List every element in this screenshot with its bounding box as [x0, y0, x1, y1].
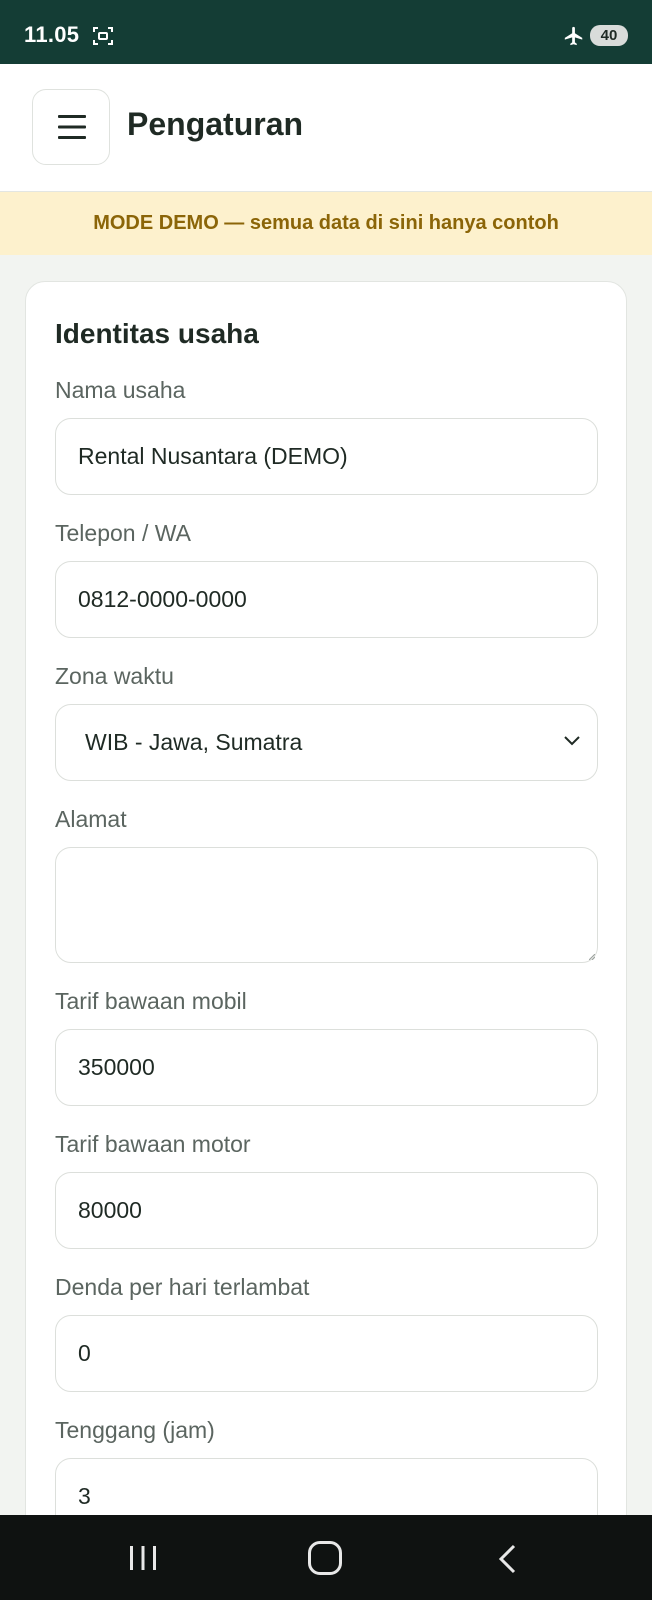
hamburger-icon [58, 115, 86, 139]
page-title: Pengaturan [127, 106, 304, 142]
late-fee-input[interactable]: 0 [55, 1315, 598, 1392]
timezone-select[interactable]: WIB - Jawa, Sumatra [55, 704, 598, 781]
home-icon[interactable] [308, 1541, 342, 1575]
late-fee-label: Denda per hari terlambat [55, 1274, 310, 1300]
app-header: Pengaturan [0, 64, 652, 192]
car-rate-label: Tarif bawaan mobil [55, 988, 247, 1014]
motor-rate-label: Tarif bawaan motor [55, 1131, 251, 1157]
screen-record-icon [93, 27, 113, 45]
address-label: Alamat [55, 806, 127, 832]
system-nav-bar [0, 1515, 652, 1600]
grace-period-label: Tenggang (jam) [55, 1417, 215, 1443]
business-identity-card: Identitas usaha Nama usaha Rental Nusant… [25, 281, 627, 1600]
recent-apps-icon[interactable] [128, 1543, 158, 1573]
phone-input[interactable]: 0812-0000-0000 [55, 561, 598, 638]
chevron-down-icon [564, 736, 580, 746]
status-time: 11.05 [24, 22, 80, 47]
timezone-selected-value: WIB - Jawa, Sumatra [85, 729, 303, 755]
business-name-label: Nama usaha [55, 377, 186, 403]
airplane-mode-icon [564, 26, 583, 46]
section-title: Identitas usaha [55, 318, 259, 349]
car-rate-input[interactable]: 350000 [55, 1029, 598, 1106]
demo-mode-banner: MODE DEMO — semua data di sini hanya con… [0, 192, 652, 255]
motor-rate-input[interactable]: 80000 [55, 1172, 598, 1249]
menu-button[interactable] [32, 89, 110, 165]
address-textarea[interactable] [55, 847, 598, 963]
resize-handle-icon[interactable] [589, 954, 595, 960]
phone-label: Telepon / WA [55, 520, 191, 546]
battery-indicator: 40 [590, 25, 628, 46]
status-bar: 11.05 40 [0, 0, 652, 64]
timezone-label: Zona waktu [55, 663, 174, 689]
back-icon[interactable] [495, 1543, 519, 1575]
business-name-input[interactable]: Rental Nusantara (DEMO) [55, 418, 598, 495]
